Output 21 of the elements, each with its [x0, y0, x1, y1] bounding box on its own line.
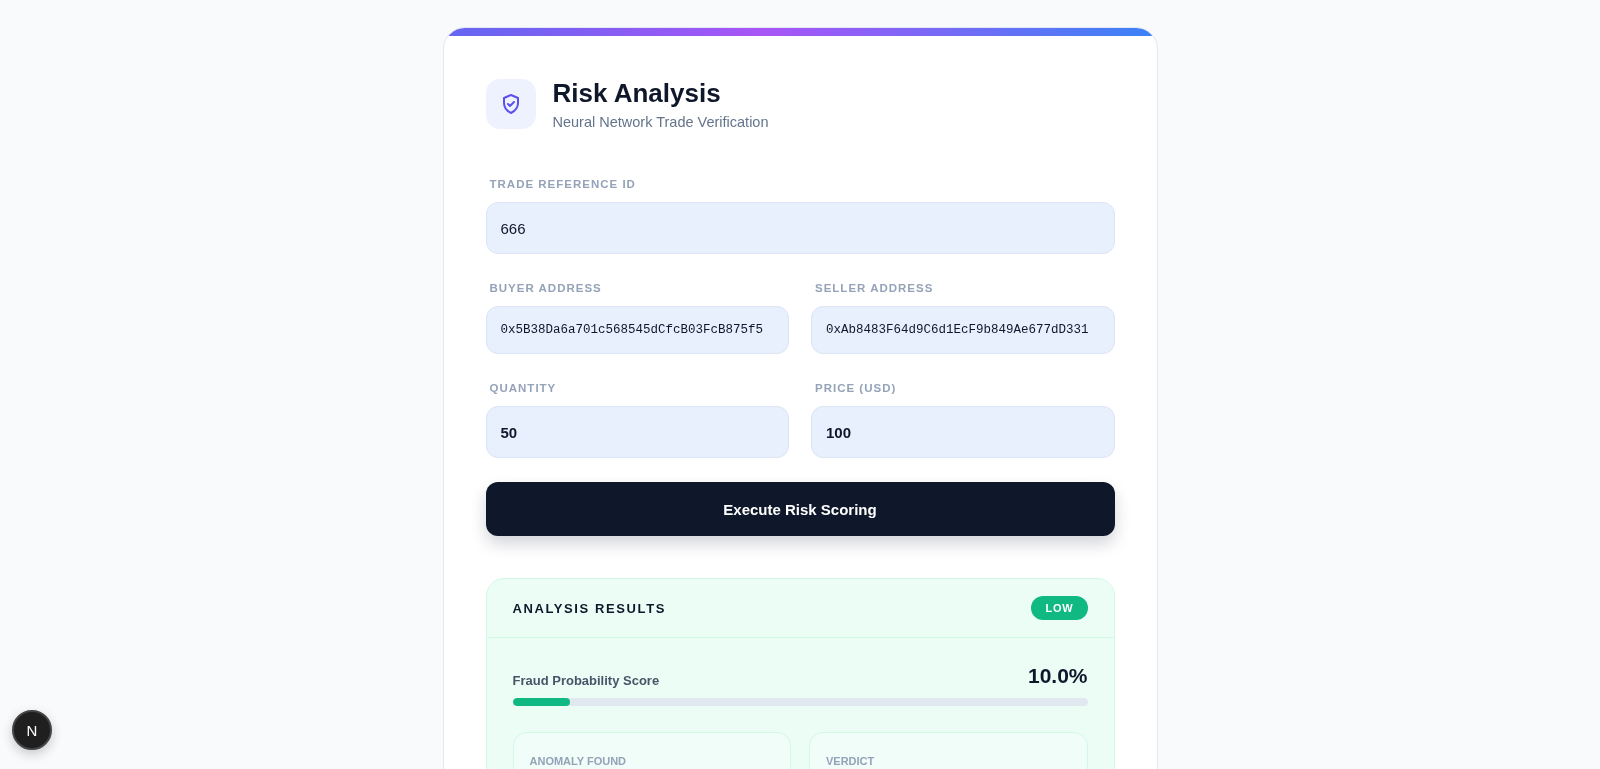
field-label: PRICE (USD) [814, 382, 898, 394]
risk-level-badge: LOW [1031, 596, 1088, 620]
field-label: BUYER ADDRESS [488, 282, 603, 294]
page-subtitle: Neural Network Trade Verification [552, 114, 769, 130]
field-label: SELLER ADDRESS [814, 282, 935, 294]
results-title: ANALYSIS RESULTS [512, 600, 666, 616]
score-value: 10.0% [1027, 664, 1088, 688]
field-label: TRADE REFERENCE ID [488, 178, 637, 190]
input-field[interactable]: 666 [485, 202, 1115, 254]
input-field[interactable]: 100 [811, 406, 1115, 458]
field-label: QUANTITY [488, 382, 558, 394]
detail-label: ANOMALY FOUND [529, 755, 627, 767]
execute-button[interactable]: Execute Risk Scoring [485, 482, 1115, 536]
input-field[interactable]: 50 [485, 406, 789, 458]
score-label: Fraud Probability Score [512, 673, 660, 688]
detail-label: VERDICT [826, 755, 875, 767]
shield-check-icon [485, 79, 536, 129]
page-title: Risk Analysis [552, 78, 722, 109]
dev-tools-button[interactable]: N [12, 710, 52, 750]
input-field[interactable]: 0xAb8483F64d9C6d1EcF9b849Ae677dD331 [811, 306, 1115, 354]
input-field[interactable]: 0x5B38Da6a701c568545dCfcB03FcB875f5 [485, 306, 789, 354]
